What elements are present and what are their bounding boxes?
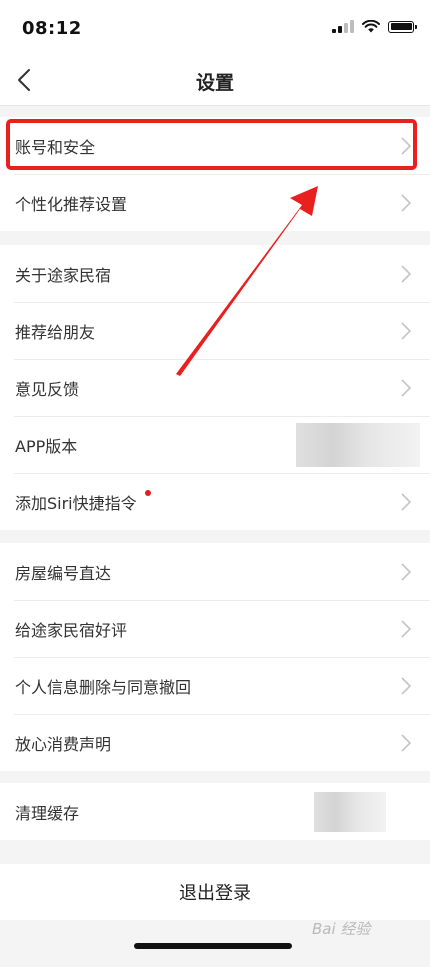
wifi-icon [362,20,380,33]
settings-item-label: 意见反馈 [15,379,80,399]
settings-group-account: 账号和安全 个性化推荐设置 [0,117,430,231]
chevron-right-icon [401,676,412,695]
chevron-right-icon [401,378,412,397]
status-icons [332,20,417,33]
settings-item-label: 房屋编号直达 [15,563,112,583]
chevron-right-icon [401,321,412,340]
app-version-value-blurred [296,422,420,467]
cache-size-value-blurred [314,791,386,832]
page-title: 设置 [195,72,234,94]
settings-group-about: 关于途家民宿 推荐给朋友 意见反馈 APP版本 添加Siri快捷指令 [0,245,430,530]
chevron-right-icon [401,733,412,752]
cellular-signal-icon [332,20,354,33]
logout-button[interactable]: 退出登录 [0,864,430,920]
nav-bar: 设置 [0,56,430,106]
settings-item-label: 关于途家民宿 [15,265,112,285]
settings-item-about[interactable]: 关于途家民宿 [0,245,430,302]
settings-item-label: 推荐给朋友 [15,322,96,342]
settings-item-rate-app[interactable]: 给途家民宿好评 [0,600,430,657]
settings-item-label: 个人信息删除与同意撤回 [15,677,192,697]
settings-item-label: 账号和安全 [15,137,96,157]
chevron-right-icon [401,619,412,638]
battery-icon [388,20,417,33]
settings-item-label: 清理缓存 [15,803,80,823]
settings-item-feedback[interactable]: 意见反馈 [0,359,430,416]
new-badge-dot [145,490,151,496]
settings-group-cache: 清理缓存 [0,783,430,840]
settings-item-personal-info-deletion[interactable]: 个人信息删除与同意撤回 [0,657,430,714]
settings-screen: 08:12 设置 账号和安全 个性化推荐设置 关于途家民宿 推荐给朋友 意见反馈… [0,0,430,967]
settings-item-house-number[interactable]: 房屋编号直达 [0,543,430,600]
watermark-logo: Bai 经验 [312,920,371,938]
settings-group-misc: 房屋编号直达 给途家民宿好评 个人信息删除与同意撤回 放心消费声明 [0,543,430,771]
settings-item-label: 个性化推荐设置 [15,194,128,214]
settings-item-label: 添加Siri快捷指令 [15,493,137,513]
chevron-right-icon [401,562,412,581]
chevron-right-icon [401,264,412,283]
settings-item-consumer-statement[interactable]: 放心消费声明 [0,714,430,771]
settings-item-label: 放心消费声明 [15,734,112,754]
settings-item-recommend-to-friends[interactable]: 推荐给朋友 [0,302,430,359]
status-bar: 08:12 [0,0,430,56]
chevron-right-icon [401,492,412,511]
chevron-right-icon [401,193,412,212]
home-indicator [134,943,292,949]
status-time: 08:12 [22,18,82,39]
settings-item-siri-shortcut[interactable]: 添加Siri快捷指令 [0,473,430,530]
settings-item-label: APP版本 [15,436,78,456]
settings-item-label: 给途家民宿好评 [15,620,128,640]
settings-item-clear-cache[interactable]: 清理缓存 [0,783,430,840]
settings-item-account-security[interactable]: 账号和安全 [0,117,430,174]
settings-item-app-version[interactable]: APP版本 [0,416,430,473]
settings-item-personalized-recommendation[interactable]: 个性化推荐设置 [0,174,430,231]
chevron-right-icon [401,136,412,155]
